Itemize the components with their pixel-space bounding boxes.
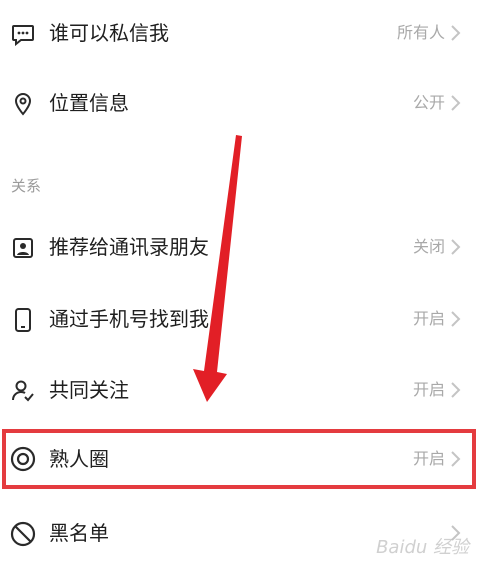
red-arrow-annotation	[193, 135, 242, 402]
watermark: Baidu 经验	[376, 537, 469, 558]
